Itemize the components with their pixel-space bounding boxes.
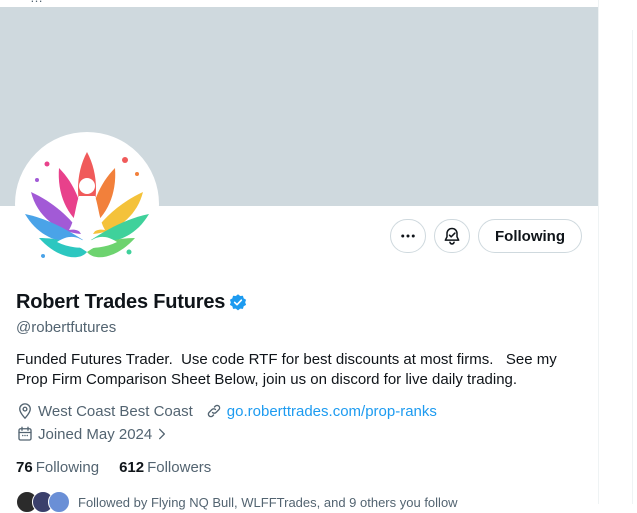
profile-meta-row-1: West Coast Best Coast go.roberttrades.co… bbox=[16, 402, 449, 420]
name-row: Robert Trades Futures bbox=[16, 291, 248, 314]
location-item: West Coast Best Coast bbox=[16, 402, 193, 420]
more-button[interactable] bbox=[390, 219, 426, 253]
location-pin-icon bbox=[19, 403, 31, 420]
followers-stat[interactable]: 612 Followers bbox=[119, 459, 211, 476]
notification-bell-icon bbox=[444, 227, 460, 245]
right-column-divider bbox=[632, 30, 633, 504]
calendar-icon bbox=[18, 426, 32, 441]
avatar bbox=[48, 491, 70, 513]
link-icon bbox=[207, 404, 221, 418]
website-item[interactable]: go.roberttrades.com/prop-ranks bbox=[205, 402, 437, 420]
profile-avatar[interactable] bbox=[15, 132, 159, 276]
following-label: Following bbox=[35, 459, 100, 476]
notifications-button[interactable] bbox=[434, 219, 470, 253]
website-link[interactable]: go.roberttrades.com/prop-ranks bbox=[227, 403, 437, 420]
following-count: 76 bbox=[16, 459, 33, 476]
followed-by[interactable]: Followed by Flying NQ Bull, WLFFTrades, … bbox=[16, 491, 458, 513]
top-text: … bbox=[30, 0, 43, 5]
followers-label: Followers bbox=[147, 459, 212, 476]
lotus-logo bbox=[17, 134, 157, 274]
top-strip: … bbox=[0, 0, 598, 7]
followers-count: 612 bbox=[119, 459, 145, 476]
right-column-edge bbox=[625, 0, 637, 504]
profile-handle: @robertfutures bbox=[16, 319, 117, 336]
more-horizontal-icon bbox=[401, 234, 415, 238]
following-stat[interactable]: 76 Following bbox=[16, 459, 99, 476]
location-text: West Coast Best Coast bbox=[38, 402, 193, 420]
chevron-right-icon bbox=[159, 428, 166, 440]
follower-avatars bbox=[16, 491, 70, 513]
follow-stats: 76 Following 612 Followers bbox=[16, 459, 231, 476]
verified-badge-icon[interactable] bbox=[228, 293, 248, 313]
joined-text: Joined May 2024 bbox=[38, 425, 153, 443]
following-button[interactable]: Following bbox=[478, 219, 582, 253]
followed-by-text: Followed by Flying NQ Bull, WLFFTrades, … bbox=[78, 494, 458, 510]
display-name: Robert Trades Futures bbox=[16, 291, 226, 313]
profile-bio: Funded Futures Trader. Use code RTF for … bbox=[16, 351, 561, 388]
column-divider bbox=[598, 0, 599, 504]
joined-item[interactable]: Joined May 2024 bbox=[16, 425, 173, 443]
profile-meta-row-2: Joined May 2024 bbox=[16, 425, 185, 443]
